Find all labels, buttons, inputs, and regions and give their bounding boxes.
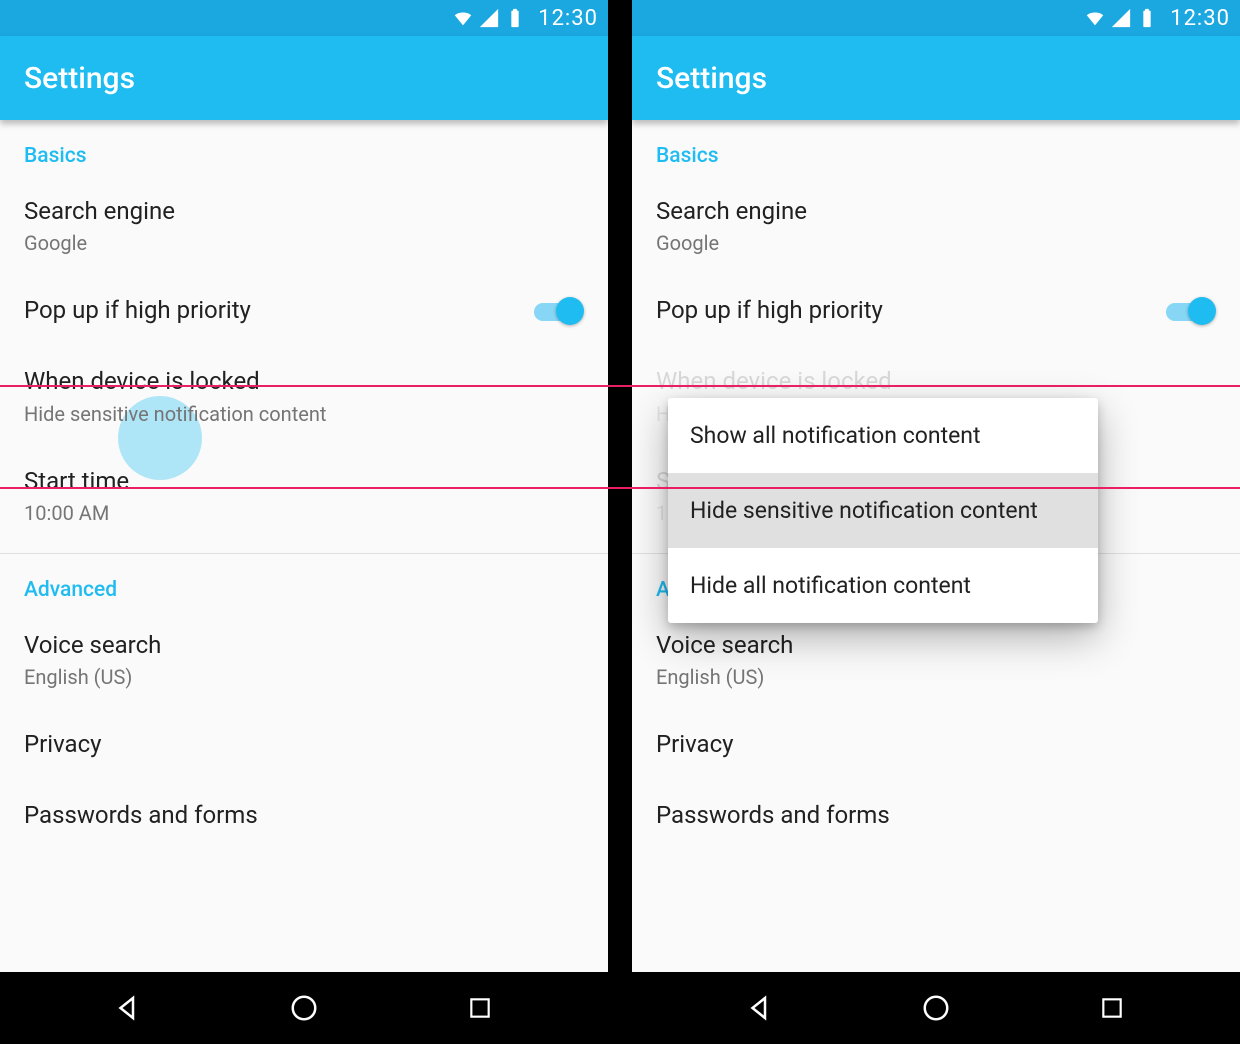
cellular-icon	[478, 7, 500, 29]
settings-content-right[interactable]: Basics Search engine Google Pop up if hi…	[632, 120, 1240, 972]
setting-label: Voice search	[656, 630, 1216, 661]
setting-popup-priority[interactable]: Pop up if high priority	[632, 275, 1240, 346]
battery-icon	[1136, 7, 1158, 29]
phone-gap	[608, 0, 632, 1044]
wifi-icon	[1084, 7, 1106, 29]
section-header-advanced: Advanced	[0, 554, 608, 610]
setting-voice-search[interactable]: Voice search English (US)	[0, 610, 608, 709]
setting-label: When device is locked	[24, 366, 584, 397]
popup-toggle[interactable]	[530, 297, 584, 325]
setting-label: Pop up if high priority	[656, 295, 1162, 326]
highlight-line-bottom	[0, 487, 1240, 489]
navigation-bar	[632, 972, 1240, 1044]
status-bar: 12:30	[632, 0, 1240, 36]
setting-value: Hide sensitive notification content	[24, 402, 584, 426]
setting-label: Search engine	[656, 196, 1216, 227]
wifi-icon	[452, 7, 474, 29]
setting-when-locked[interactable]: When device is locked Hide sensitive not…	[0, 346, 608, 445]
phone-right: 12:30 Settings Basics Search engine Goog…	[632, 0, 1240, 1044]
setting-value: Google	[24, 231, 584, 255]
section-header-basics: Basics	[0, 120, 608, 176]
dialog-option-hide-sensitive[interactable]: Hide sensitive notification content	[668, 473, 1098, 548]
home-icon[interactable]	[918, 990, 954, 1026]
popup-toggle[interactable]	[1162, 297, 1216, 325]
setting-label: Privacy	[24, 729, 584, 760]
back-icon[interactable]	[110, 990, 146, 1026]
navigation-bar	[0, 972, 608, 1044]
setting-privacy[interactable]: Privacy	[0, 709, 608, 780]
setting-passwords-forms[interactable]: Passwords and forms	[632, 780, 1240, 831]
status-bar: 12:30	[0, 0, 608, 36]
setting-label: Passwords and forms	[656, 800, 1216, 831]
setting-label: Start time	[24, 466, 584, 497]
setting-search-engine[interactable]: Search engine Google	[632, 176, 1240, 275]
dialog-option-hide-all[interactable]: Hide all notification content	[668, 548, 1098, 623]
dialog-option-show-all[interactable]: Show all notification content	[668, 398, 1098, 473]
highlight-line-top	[0, 385, 1240, 387]
phone-left: 12:30 Settings Basics Search engine Goog…	[0, 0, 608, 1044]
recents-icon[interactable]	[1094, 990, 1130, 1026]
home-icon[interactable]	[286, 990, 322, 1026]
setting-start-time[interactable]: Start time 10:00 AM	[0, 446, 608, 545]
setting-label: When device is locked	[656, 366, 1216, 397]
setting-value: English (US)	[24, 665, 584, 689]
setting-value: 10:00 AM	[24, 501, 584, 525]
back-icon[interactable]	[742, 990, 778, 1026]
lock-options-dialog: Show all notification content Hide sensi…	[668, 398, 1098, 623]
setting-label: Privacy	[656, 729, 1216, 760]
setting-label: Passwords and forms	[24, 800, 584, 831]
setting-popup-priority[interactable]: Pop up if high priority	[0, 275, 608, 346]
status-time: 12:30	[538, 6, 598, 31]
app-bar: Settings	[632, 36, 1240, 120]
setting-label: Voice search	[24, 630, 584, 661]
page-title: Settings	[656, 61, 767, 96]
page-title: Settings	[24, 61, 135, 96]
setting-label: Search engine	[24, 196, 584, 227]
settings-content-left[interactable]: Basics Search engine Google Pop up if hi…	[0, 120, 608, 972]
recents-icon[interactable]	[462, 990, 498, 1026]
section-header-basics: Basics	[632, 120, 1240, 176]
setting-label: Pop up if high priority	[24, 295, 530, 326]
status-time: 12:30	[1170, 6, 1230, 31]
battery-icon	[504, 7, 526, 29]
app-bar: Settings	[0, 36, 608, 120]
cellular-icon	[1110, 7, 1132, 29]
setting-voice-search[interactable]: Voice search English (US)	[632, 610, 1240, 709]
setting-passwords-forms[interactable]: Passwords and forms	[0, 780, 608, 831]
setting-value: English (US)	[656, 665, 1216, 689]
setting-search-engine[interactable]: Search engine Google	[0, 176, 608, 275]
setting-privacy[interactable]: Privacy	[632, 709, 1240, 780]
setting-value: Google	[656, 231, 1216, 255]
